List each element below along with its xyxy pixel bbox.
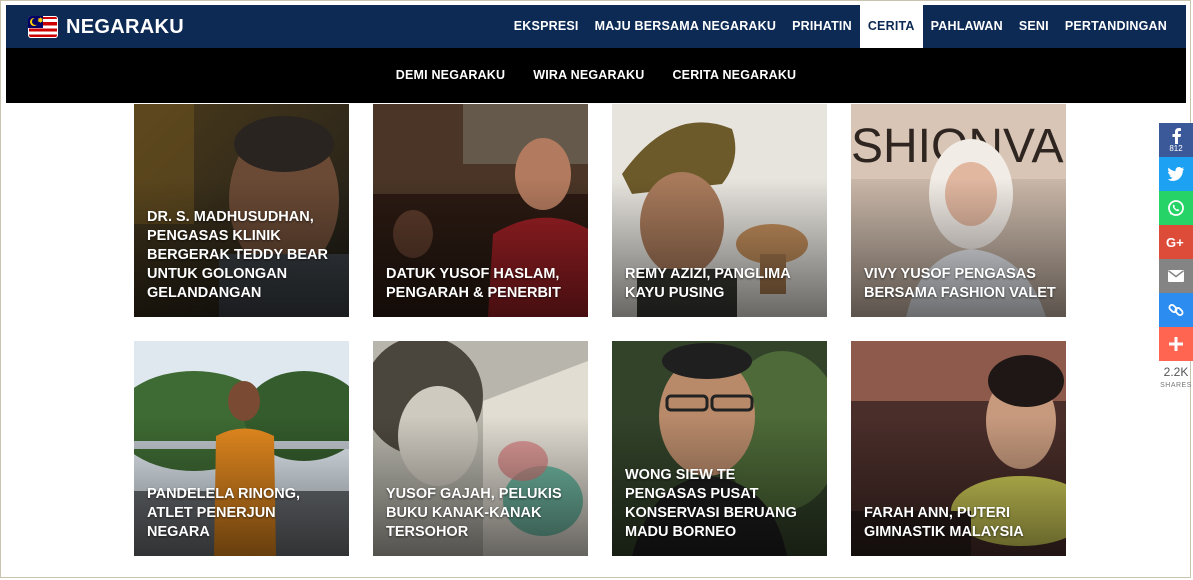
copy-link-share-button[interactable] bbox=[1159, 293, 1193, 327]
svg-text:G+: G+ bbox=[1166, 235, 1184, 249]
story-title: YUSOF GAJAH, PELUKIS BUKU KANAK-KANAK TE… bbox=[386, 486, 562, 540]
story-card[interactable]: YUSOF GAJAH, PELUKIS BUKU KANAK-KANAK TE… bbox=[373, 341, 588, 556]
facebook-share-button[interactable]: 812 bbox=[1159, 123, 1193, 157]
twitter-icon bbox=[1168, 167, 1184, 181]
share-total-count: 2.2K bbox=[1163, 365, 1189, 379]
google-plus-share-button[interactable]: G+ bbox=[1159, 225, 1193, 259]
share-sidebar: 812 G+ 2.2K SHARES bbox=[1159, 123, 1193, 392]
plus-icon bbox=[1169, 337, 1183, 351]
sub-navigation-bar: DEMI NEGARAKU WIRA NEGARAKU CERITA NEGAR… bbox=[6, 48, 1186, 103]
nav-item-ekspresi[interactable]: EKSPRESI bbox=[506, 5, 587, 48]
story-card[interactable]: DR. S. MADHUSUDHAN, PENGASAS KLINIK BERG… bbox=[134, 104, 349, 317]
subnav-item-wira-negaraku[interactable]: WIRA NEGARAKU bbox=[533, 68, 644, 82]
share-total-label: SHARES bbox=[1160, 382, 1192, 389]
twitter-share-button[interactable] bbox=[1159, 157, 1193, 191]
brand-logo[interactable]: ✸ NEGARAKU bbox=[28, 13, 184, 41]
story-title: DATUK YUSOF HASLAM, PENGARAH & PENERBIT bbox=[386, 266, 561, 301]
story-card[interactable]: SHIONVAL VIVY YUSOF PENGASAS BERSAMA FAS… bbox=[851, 104, 1066, 317]
story-title: WONG SIEW TE PENGASAS PUSAT KONSERVASI B… bbox=[625, 467, 797, 540]
story-title: DR. S. MADHUSUDHAN, PENGASAS KLINIK BERG… bbox=[147, 209, 329, 301]
email-icon bbox=[1168, 270, 1184, 282]
more-share-button[interactable] bbox=[1159, 327, 1193, 361]
brand-name: NEGARAKU bbox=[66, 15, 184, 38]
facebook-share-count: 812 bbox=[1169, 143, 1183, 153]
story-title: REMY AZIZI, PANGLIMA KAYU PUSING bbox=[625, 266, 791, 301]
link-icon bbox=[1168, 304, 1184, 316]
malaysia-flag-icon: ✸ bbox=[28, 16, 58, 38]
google-plus-icon: G+ bbox=[1166, 235, 1184, 249]
story-title: FARAH ANN, PUTERI GIMNASTIK MALAYSIA bbox=[864, 505, 1024, 540]
nav-item-cerita[interactable]: CERITA bbox=[859, 5, 923, 48]
story-card[interactable]: PANDELELA RINONG, ATLET PENERJUN NEGARA bbox=[134, 341, 349, 556]
nav-item-pahlawan[interactable]: PAHLAWAN bbox=[923, 5, 1011, 48]
story-card[interactable]: WONG SIEW TE PENGASAS PUSAT KONSERVASI B… bbox=[612, 341, 827, 556]
whatsapp-share-button[interactable] bbox=[1159, 191, 1193, 225]
share-total: 2.2K SHARES bbox=[1159, 366, 1193, 392]
story-card[interactable]: FARAH ANN, PUTERI GIMNASTIK MALAYSIA bbox=[851, 341, 1066, 556]
whatsapp-icon bbox=[1168, 200, 1184, 216]
nav-item-maju-bersama-negaraku[interactable]: MAJU BERSAMA NEGARAKU bbox=[587, 5, 785, 48]
story-card[interactable]: REMY AZIZI, PANGLIMA KAYU PUSING bbox=[612, 104, 827, 317]
main-nav: EKSPRESI MAJU BERSAMA NEGARAKU PRIHATIN … bbox=[506, 5, 1186, 48]
story-title: VIVY YUSOF PENGASAS BERSAMA FASHION VALE… bbox=[864, 266, 1056, 301]
facebook-icon bbox=[1172, 127, 1181, 144]
nav-item-prihatin[interactable]: PRIHATIN bbox=[784, 5, 860, 48]
subnav-item-cerita-negaraku[interactable]: CERITA NEGARAKU bbox=[672, 68, 796, 82]
nav-item-pertandingan[interactable]: PERTANDINGAN bbox=[1057, 5, 1186, 48]
top-navigation-bar: ✸ NEGARAKU EKSPRESI MAJU BERSAMA NEGARAK… bbox=[6, 5, 1186, 48]
email-share-button[interactable] bbox=[1159, 259, 1193, 293]
story-title: PANDELELA RINONG, ATLET PENERJUN NEGARA bbox=[147, 486, 301, 540]
subnav-item-demi-negaraku[interactable]: DEMI NEGARAKU bbox=[396, 68, 506, 82]
nav-item-seni[interactable]: SENI bbox=[1011, 5, 1057, 48]
story-card[interactable]: DATUK YUSOF HASLAM, PENGARAH & PENERBIT bbox=[373, 104, 588, 317]
